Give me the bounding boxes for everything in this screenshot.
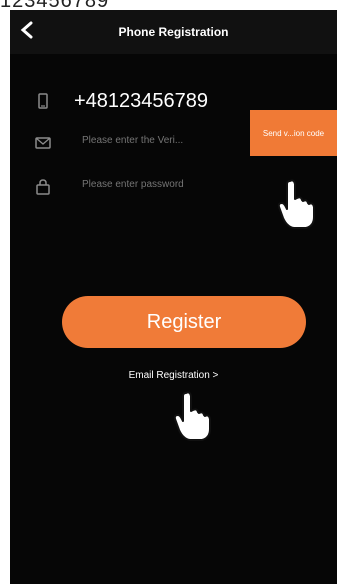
app-header: Phone Registration [10,10,337,54]
send-verification-code-button[interactable]: Send v...ion code [250,110,337,156]
lock-icon [36,179,50,195]
back-button[interactable] [16,19,38,41]
verification-code-input[interactable] [82,135,240,146]
phone-screen: Phone Registration +48123456789 Send v..… [10,10,337,584]
phone-number: +48123456789 [74,90,209,112]
register-button[interactable]: Register [62,296,306,348]
page-title: Phone Registration [118,25,229,39]
phone-icon [38,93,48,109]
email-registration-link[interactable]: Email Registration > [10,370,337,381]
envelope-icon [35,137,51,149]
pointing-hand-icon [277,179,315,229]
password-input[interactable] [82,179,240,190]
screenshot: 123456789 Phone Registration +4812345678… [0,0,341,584]
pointing-hand-icon [173,391,211,441]
chevron-left-icon [20,21,33,39]
